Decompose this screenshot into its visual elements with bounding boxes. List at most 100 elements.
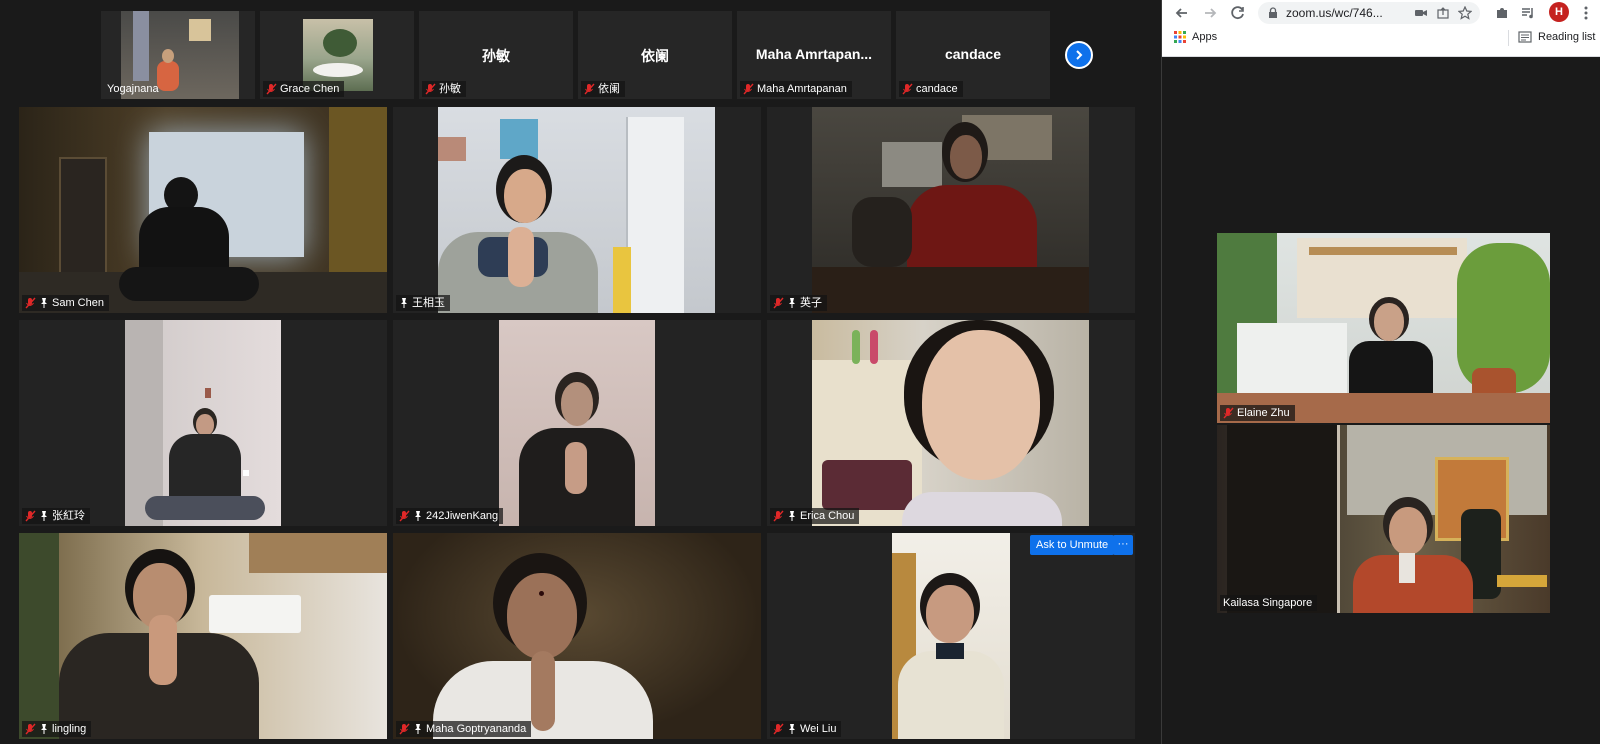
- chrome-menu-button[interactable]: [1576, 3, 1596, 23]
- queue-music-icon: [1522, 8, 1533, 19]
- arrow-right-icon: [1205, 8, 1217, 18]
- puzzle-icon: [1497, 8, 1507, 18]
- strip-tile[interactable]: Grace Chen: [260, 11, 414, 99]
- participant-nameplate: 242JiwenKang: [396, 508, 504, 524]
- video-feed: [812, 320, 1089, 526]
- back-button[interactable]: [1172, 3, 1192, 23]
- mic-muted-icon: [25, 510, 36, 522]
- participant-name: Kailasa Singapore: [1223, 597, 1313, 609]
- mic-muted-icon: [902, 83, 913, 95]
- video-feed: [19, 533, 387, 739]
- video-feed: [1217, 233, 1550, 423]
- mic-muted-icon: [584, 83, 595, 95]
- strip-tile[interactable]: 孙敏 孙敏: [419, 11, 573, 99]
- participant-initials: candace: [944, 46, 1002, 62]
- star-icon[interactable]: [1458, 6, 1472, 20]
- pin-icon: [415, 724, 421, 734]
- extensions-button[interactable]: [1492, 3, 1512, 23]
- participant-name: Sam Chen: [52, 297, 104, 309]
- chevron-right-icon: [1076, 50, 1083, 60]
- strip-tile[interactable]: candace candace: [896, 11, 1050, 99]
- bookmark-apps[interactable]: Apps: [1174, 31, 1217, 43]
- participant-nameplate: 王相玉: [396, 295, 450, 311]
- strip-next-page-button[interactable]: [1065, 41, 1093, 69]
- participant-name: 242JiwenKang: [426, 510, 499, 522]
- video-tile[interactable]: Erica Chou: [767, 320, 1135, 526]
- video-tile[interactable]: Kailasa Singapore: [1217, 425, 1550, 613]
- media-controls-button[interactable]: [1518, 3, 1538, 23]
- reload-button[interactable]: [1228, 3, 1248, 23]
- video-feed: [393, 533, 761, 739]
- browser-toolbar: zoom.us/wc/746... H Apps Reading list: [1162, 0, 1600, 57]
- participant-nameplate: 孙敏: [422, 81, 466, 97]
- participant-name: Elaine Zhu: [1237, 407, 1290, 419]
- more-options-button[interactable]: ···: [1113, 535, 1133, 555]
- video-feed: [438, 107, 715, 313]
- pin-icon: [415, 511, 421, 521]
- participant-name: candace: [916, 83, 958, 95]
- strip-tile[interactable]: 依阑 依阑: [578, 11, 732, 99]
- pin-icon: [41, 724, 47, 734]
- url-text: zoom.us/wc/746...: [1286, 6, 1383, 20]
- strip-tile[interactable]: Yogajnana: [101, 11, 255, 99]
- video-tile[interactable]: 王相玉: [393, 107, 761, 313]
- participant-nameplate: 英子: [770, 295, 827, 311]
- participant-nameplate: 依阑: [581, 81, 625, 97]
- forward-button[interactable]: [1200, 3, 1220, 23]
- video-tile[interactable]: 张紅玲: [19, 320, 387, 526]
- strip-tile[interactable]: Maha Amrtapan... Maha Amrtapanan: [737, 11, 891, 99]
- participant-name: 依阑: [598, 83, 620, 95]
- participant-nameplate: lingling: [22, 721, 92, 737]
- mic-muted-icon: [1223, 407, 1234, 419]
- video-tile[interactable]: Elaine Zhu: [1217, 233, 1550, 423]
- participant-nameplate: Grace Chen: [263, 81, 345, 97]
- participant-nameplate: Sam Chen: [22, 295, 109, 311]
- participant-nameplate: Maha Goptryananda: [396, 721, 532, 737]
- video-tile[interactable]: Maha Goptryananda: [393, 533, 761, 739]
- mic-muted-icon: [399, 723, 410, 735]
- participant-initials: Maha Amrtapan...: [755, 46, 873, 62]
- pin-icon: [401, 298, 407, 308]
- lock-icon: [1269, 7, 1277, 18]
- participant-nameplate: Elaine Zhu: [1220, 405, 1295, 421]
- video-feed: [1217, 425, 1550, 613]
- pin-icon: [41, 298, 47, 308]
- participant-nameplate: 张紅玲: [22, 508, 90, 524]
- video-tile[interactable]: Wei Liu: [767, 533, 1135, 739]
- more-vertical-icon: [1584, 6, 1588, 20]
- camera-icon[interactable]: [1414, 7, 1428, 19]
- ask-to-unmute-button[interactable]: Ask to Unmute: [1030, 535, 1115, 555]
- mic-muted-icon: [425, 83, 436, 95]
- participant-initials: 依阑: [641, 48, 669, 64]
- address-bar[interactable]: zoom.us/wc/746...: [1258, 2, 1480, 24]
- video-tile[interactable]: 英子: [767, 107, 1135, 313]
- video-tile[interactable]: Sam Chen: [19, 107, 387, 313]
- reload-icon: [1231, 6, 1244, 20]
- video-tile[interactable]: 242JiwenKang: [393, 320, 761, 526]
- reading-list-button[interactable]: Reading list: [1518, 31, 1595, 43]
- share-icon[interactable]: [1436, 6, 1450, 20]
- participant-nameplate: candace: [899, 81, 963, 97]
- participant-name: 王相玉: [412, 297, 445, 309]
- participant-nameplate: Maha Amrtapanan: [740, 81, 852, 97]
- participant-nameplate: Erica Chou: [770, 508, 860, 524]
- reading-list-icon: [1518, 31, 1532, 43]
- participant-name: 英子: [800, 297, 822, 309]
- pin-icon: [789, 511, 795, 521]
- video-tile[interactable]: lingling: [19, 533, 387, 739]
- bookmark-label: Reading list: [1538, 31, 1596, 43]
- apps-grid-icon: [1174, 31, 1186, 43]
- video-feed: [19, 107, 387, 313]
- video-feed: [812, 107, 1089, 313]
- profile-avatar[interactable]: H: [1549, 2, 1569, 22]
- mic-muted-icon: [25, 723, 36, 735]
- mic-muted-icon: [773, 510, 784, 522]
- participant-name: lingling: [52, 723, 87, 735]
- bookmark-label: Apps: [1192, 31, 1218, 43]
- participant-name: 张紅玲: [52, 510, 85, 522]
- mic-muted-icon: [399, 510, 410, 522]
- video-feed: [125, 320, 281, 526]
- browser-window: zoom.us/wc/746... H Apps Reading list El…: [1162, 0, 1600, 744]
- arrow-left-icon: [1175, 8, 1187, 18]
- mic-muted-icon: [743, 83, 754, 95]
